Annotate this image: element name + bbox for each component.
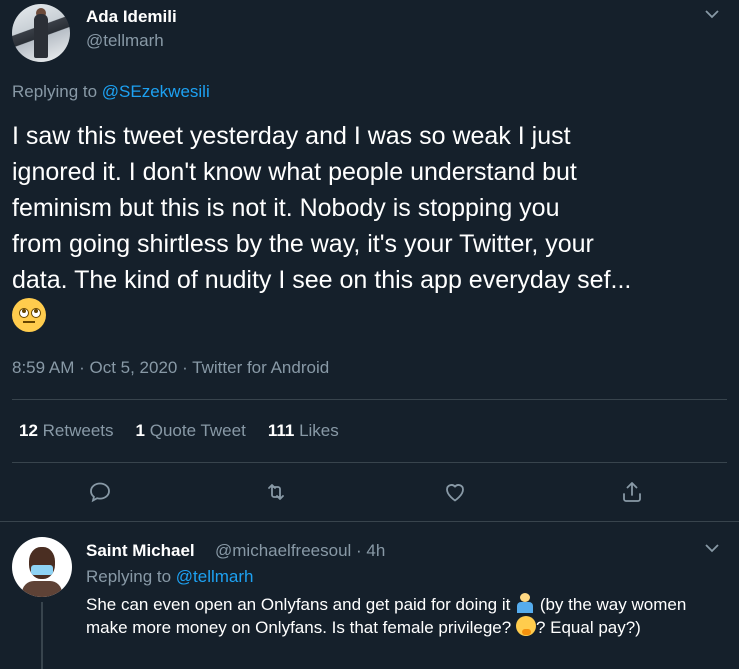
- reply-icon[interactable]: [88, 480, 112, 504]
- replying-to-line: Replying to @SEzekwesili: [12, 82, 210, 102]
- share-icon[interactable]: [620, 480, 644, 504]
- thinking-face-emoji-icon: [515, 616, 536, 636]
- person-shrugging-emoji-icon: [515, 593, 535, 613]
- replying-to-link[interactable]: @SEzekwesili: [102, 82, 210, 101]
- reply-replying-to-line: Replying to @tellmarh: [86, 567, 254, 587]
- divider: [12, 399, 727, 400]
- chevron-down-icon[interactable]: [704, 8, 720, 20]
- author-name[interactable]: Ada Idemili: [86, 7, 177, 27]
- avatar-figure: [34, 14, 48, 58]
- reply-text-part: She can even open an Onlyfans and get pa…: [86, 595, 516, 614]
- rolling-eyes-emoji-icon: [12, 298, 46, 332]
- replying-prefix: Replying to: [86, 567, 176, 586]
- replying-prefix: Replying to: [12, 82, 102, 101]
- reply-author-name[interactable]: Saint Michael: [86, 541, 195, 561]
- divider: [0, 521, 739, 522]
- tweet-text: I saw this tweet yesterday and I was so …: [12, 118, 727, 336]
- likes-stat[interactable]: 111 Likes: [268, 421, 339, 440]
- reply-text-part: ? Equal pay?): [535, 618, 641, 637]
- tweet-timestamp[interactable]: 8:59 AM · Oct 5, 2020 · Twitter for Andr…: [12, 358, 329, 378]
- tweet-text-body: I saw this tweet yesterday and I was so …: [12, 122, 632, 294]
- reply-text: She can even open an Onlyfans and get pa…: [86, 593, 726, 639]
- retweets-stat[interactable]: 12 Retweets: [19, 421, 114, 440]
- author-handle[interactable]: @tellmarh: [86, 31, 164, 51]
- divider: [12, 462, 727, 463]
- retweet-icon[interactable]: [264, 480, 288, 504]
- reply-author-avatar[interactable]: [12, 537, 72, 597]
- like-icon[interactable]: [443, 480, 467, 504]
- reply-author-handle[interactable]: @michaelfreesoul · 4h: [215, 541, 385, 561]
- replying-to-link[interactable]: @tellmarh: [176, 567, 254, 586]
- quote-tweets-stat[interactable]: 1 Quote Tweet: [136, 421, 246, 440]
- chevron-down-icon[interactable]: [704, 542, 720, 554]
- engagement-stats: 12 Retweets 1 Quote Tweet 111 Likes: [19, 421, 339, 441]
- author-avatar[interactable]: [12, 4, 70, 62]
- thread-line: [41, 602, 43, 669]
